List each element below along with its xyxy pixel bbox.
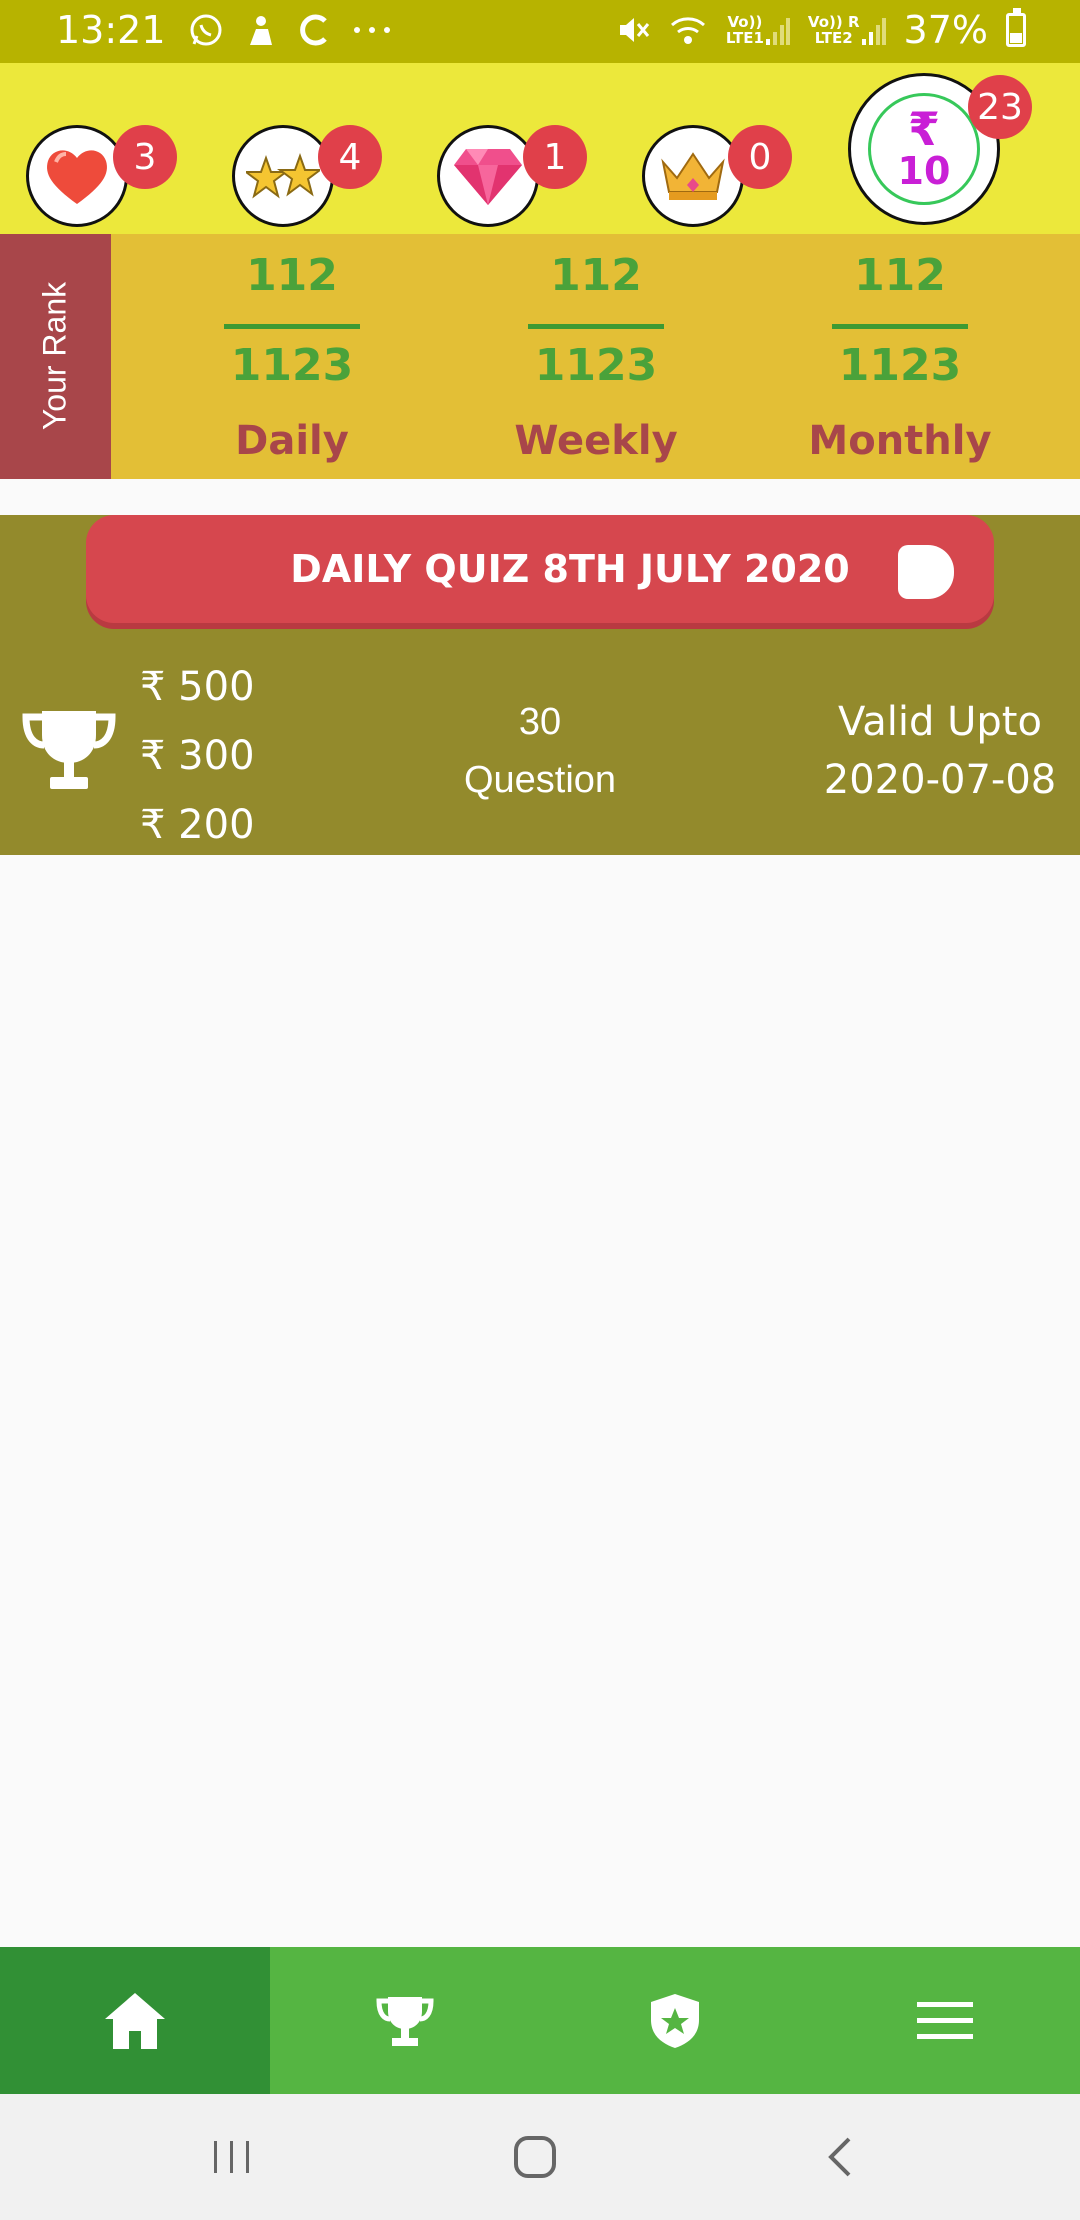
rank-value: 112	[550, 250, 642, 301]
app-notification-icon	[246, 13, 276, 47]
rank-divider	[224, 324, 360, 329]
valid-label: Valid Upto	[838, 699, 1042, 745]
diamond-icon	[454, 149, 522, 205]
coin-symbol: ₹	[907, 102, 940, 156]
system-nav-bar	[0, 2094, 1080, 2220]
rank-panel: Your Rank 112 1123 Daily 112 1123 Weekly…	[0, 234, 1080, 479]
trophy-icon	[376, 1996, 434, 2046]
question-info: 30 Question	[420, 693, 660, 809]
your-rank-label: Your Rank	[36, 281, 73, 431]
prize-second: ₹ 300	[140, 733, 255, 779]
stars-count-badge: 4	[318, 125, 382, 189]
heart-icon	[47, 150, 107, 204]
sim2-label: LTE2	[814, 29, 853, 47]
rank-weekly[interactable]: 112 1123 Weekly	[496, 234, 696, 479]
rank-period-label: Daily	[235, 418, 349, 464]
sim2-signal: Vo)) R LTE2	[808, 13, 886, 47]
home-icon	[105, 1992, 165, 2049]
back-icon	[828, 2137, 851, 2177]
recent-apps-icon	[214, 2141, 249, 2173]
coin-value: 10	[897, 149, 951, 193]
rank-value: 112	[246, 250, 338, 301]
status-time: 13:21	[56, 8, 166, 52]
crown-stat[interactable]	[642, 125, 744, 227]
rank-period-label: Monthly	[808, 418, 992, 464]
wifi-icon	[668, 13, 708, 47]
nav-leaderboard[interactable]	[270, 1947, 540, 2094]
whatsapp-icon	[188, 12, 224, 48]
rank-period-label: Weekly	[514, 418, 678, 464]
heart-stat[interactable]	[26, 125, 128, 227]
quiz-title: DAILY QUIZ 8TH JULY 2020	[290, 547, 850, 591]
recent-apps-button[interactable]	[202, 2094, 262, 2220]
status-bar: 13:21 Vo)) LTE1 Vo)) R LTE2 37%	[0, 0, 1080, 63]
sim1-label: LTE1	[725, 29, 764, 47]
prize-first: ₹ 500	[140, 664, 255, 710]
question-label: Question	[463, 759, 617, 801]
rank-total: 1123	[534, 340, 658, 391]
prize-third: ₹ 200	[140, 802, 255, 848]
more-icon	[352, 25, 392, 35]
prize-list: ₹ 500 ₹ 300 ₹ 200	[140, 653, 255, 860]
diamond-stat[interactable]	[437, 125, 539, 227]
status-left: 13:21	[56, 8, 392, 52]
back-button[interactable]	[810, 2094, 870, 2220]
rank-daily[interactable]: 112 1123 Daily	[192, 234, 392, 479]
rank-divider	[832, 324, 968, 329]
header-stats: 3 4 1 0 ₹ 10 23	[0, 63, 1080, 234]
valid-date: 2020-07-08	[823, 757, 1057, 803]
battery-icon	[1006, 8, 1026, 47]
nav-home[interactable]	[0, 1947, 270, 2094]
heart-count-badge: 3	[113, 125, 177, 189]
play-icon[interactable]	[898, 545, 954, 599]
rank-monthly[interactable]: 112 1123 Monthly	[800, 234, 1000, 479]
status-right: Vo)) LTE1 Vo)) R LTE2 37%	[616, 8, 1026, 52]
coin-count-badge: 23	[968, 75, 1032, 139]
validity-info: Valid Upto 2020-07-08	[800, 693, 1080, 809]
c-icon	[298, 13, 330, 47]
rank-value: 112	[854, 250, 946, 301]
diamond-count-badge: 1	[523, 125, 587, 189]
bottom-nav	[0, 1947, 1080, 2094]
sim1-signal: Vo)) LTE1	[726, 13, 790, 47]
home-circle-icon	[514, 2136, 556, 2178]
trophy-icon	[22, 705, 116, 799]
your-rank-tab: Your Rank	[0, 234, 111, 479]
badge-star-icon	[651, 1993, 699, 2048]
quiz-card[interactable]: DAILY QUIZ 8TH JULY 2020 ₹ 500 ₹ 300 ₹ 2…	[0, 515, 1080, 855]
menu-icon	[917, 2001, 973, 2039]
rank-divider	[528, 324, 664, 329]
nav-achievements[interactable]	[540, 1947, 810, 2094]
daily-quiz-button[interactable]: DAILY QUIZ 8TH JULY 2020	[86, 515, 994, 623]
home-button[interactable]	[505, 2094, 565, 2220]
mute-icon	[616, 13, 650, 47]
stars-icon	[246, 153, 320, 199]
nav-menu[interactable]	[810, 1947, 1080, 2094]
rupee-coin-icon: ₹ 10	[868, 93, 980, 205]
crown-count-badge: 0	[728, 125, 792, 189]
stars-stat[interactable]	[232, 125, 334, 227]
rank-total: 1123	[230, 340, 354, 391]
battery-percent: 37%	[903, 8, 988, 52]
crown-icon	[661, 152, 725, 200]
question-count: 30	[518, 701, 562, 743]
rank-total: 1123	[838, 340, 962, 391]
